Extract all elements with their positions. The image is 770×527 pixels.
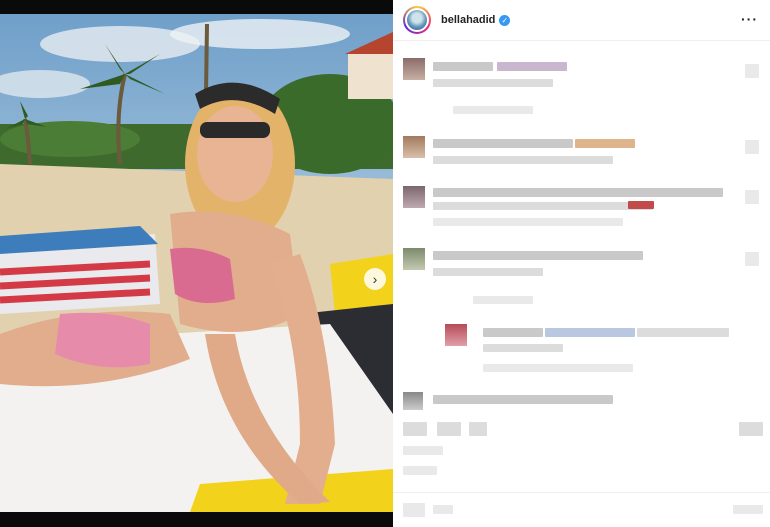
post-photo: › — [0, 14, 393, 512]
view-replies-link[interactable] — [473, 296, 533, 304]
post-sidebar: bellahadid ✓ ··· — [393, 0, 770, 527]
mention-link[interactable] — [545, 328, 635, 337]
comment-meta — [433, 268, 543, 276]
post-button[interactable] — [733, 505, 763, 514]
commenter-avatar[interactable] — [403, 392, 423, 410]
top-black-bar — [0, 0, 393, 14]
like-comment-icon[interactable] — [745, 140, 759, 154]
commenter-name[interactable] — [433, 62, 493, 71]
commenter-avatar[interactable] — [403, 186, 425, 208]
commenter-avatar[interactable] — [403, 248, 425, 270]
comment-text — [483, 344, 563, 352]
like-comment-icon[interactable] — [745, 64, 759, 78]
divider — [393, 492, 770, 493]
story-ring-avatar[interactable] — [403, 6, 431, 34]
emoji-picker-icon[interactable] — [403, 503, 425, 517]
comment-text — [433, 251, 643, 260]
comment-icon[interactable] — [437, 422, 461, 436]
comment-text — [637, 328, 729, 337]
commenter-avatar[interactable] — [403, 58, 425, 80]
commenter-name[interactable] — [433, 139, 573, 148]
like-comment-icon[interactable] — [745, 190, 759, 204]
bookmark-icon[interactable] — [739, 422, 763, 436]
chevron-right-icon[interactable]: › — [364, 268, 386, 290]
commenter-avatar[interactable] — [403, 136, 425, 158]
username-link[interactable]: bellahadid — [441, 14, 495, 26]
comment-text — [575, 139, 635, 148]
verified-badge-icon: ✓ — [499, 14, 511, 26]
comment-meta — [433, 218, 623, 226]
comment-text — [433, 156, 613, 164]
commenter-name[interactable] — [483, 328, 543, 337]
comment-text — [497, 62, 567, 71]
more-options-icon[interactable]: ··· — [741, 11, 758, 27]
comment-meta — [453, 106, 533, 114]
comment-text — [433, 395, 613, 404]
likes-count[interactable] — [403, 446, 443, 455]
beach-photo — [0, 14, 393, 512]
comment-text — [433, 202, 653, 210]
comment-text — [433, 79, 553, 87]
post-header: bellahadid ✓ ··· — [393, 0, 770, 41]
add-comment-input[interactable] — [433, 505, 453, 514]
bottom-black-bar — [0, 512, 393, 527]
post-date — [403, 466, 437, 475]
like-comment-icon[interactable] — [745, 252, 759, 266]
avatar — [405, 8, 429, 32]
comment-text — [433, 188, 723, 197]
emoji-text — [628, 201, 654, 209]
commenter-avatar[interactable] — [445, 324, 467, 346]
avatar-image — [407, 10, 427, 30]
comment-meta — [483, 364, 633, 372]
heart-icon[interactable] — [403, 422, 427, 436]
share-icon[interactable] — [469, 422, 487, 436]
